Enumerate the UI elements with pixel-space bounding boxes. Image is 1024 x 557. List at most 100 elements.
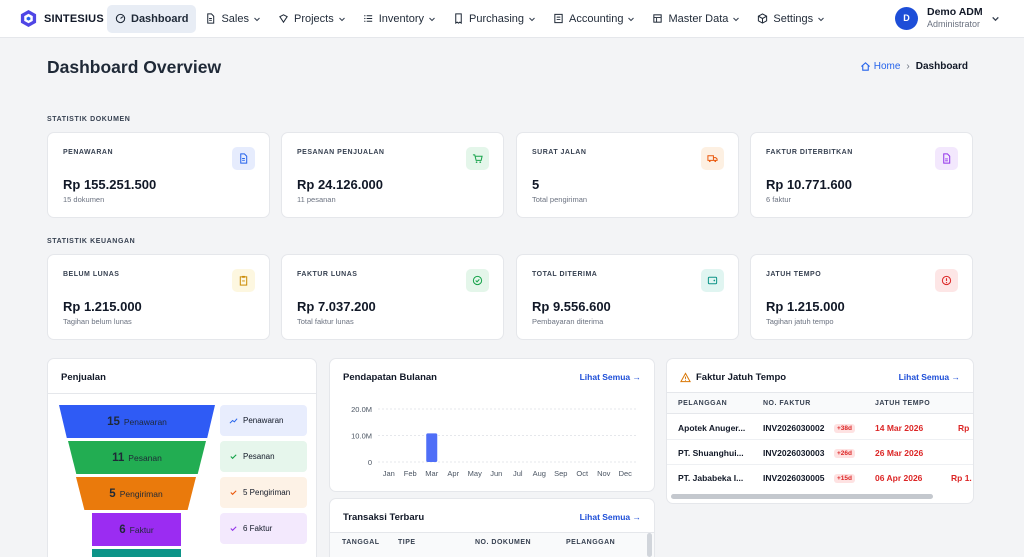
column-header[interactable]: PELANGGAN [566, 539, 615, 546]
x-tick-label: Sep [554, 469, 567, 478]
legend-pesanan: Pesanan [220, 441, 307, 472]
chevron-down-icon [628, 17, 635, 21]
x-tick-label: Aug [533, 469, 546, 478]
funnel-count: 6 [119, 523, 126, 536]
warning-icon [680, 372, 691, 383]
stat-sub: 11 pesanan [297, 195, 336, 204]
nav-item-dashboard[interactable]: Dashboard [107, 4, 197, 33]
overdue-badge: +26d [834, 449, 855, 458]
nav-item-purchasing[interactable]: Purchasing [445, 5, 544, 33]
see-all-link[interactable]: Lihat Semua → [580, 372, 641, 382]
table-row[interactable]: PT. Jababeka I... INV2026030005 +15d 06 … [667, 465, 973, 490]
funnel-stage-pengiriman[interactable]: 5 Pengiriman [76, 477, 196, 510]
breadcrumb-home[interactable]: Home [860, 61, 901, 72]
breadcrumb-current: Dashboard [915, 61, 968, 72]
nav-item-label: Purchasing [469, 12, 525, 25]
legend-label: 5 Pengiriman [243, 488, 291, 497]
stat-sub: 6 faktur [766, 195, 792, 204]
funnel-stage-penawaran[interactable]: 15 Penawaran [59, 405, 215, 438]
chevron-down-icon [429, 17, 435, 21]
amount-cell: Rp 1. [951, 473, 972, 483]
document-icon [232, 147, 255, 170]
stat-card-faktur-lunas[interactable]: FAKTUR LUNAS Rp 7.037.200 Total faktur l… [281, 254, 504, 340]
stat-card-belum-lunas[interactable]: BELUM LUNAS Rp 1.215.000 Tagihan belum l… [47, 254, 270, 340]
nav-item-label: Sales [221, 12, 249, 25]
nav-item-accounting[interactable]: Accounting [545, 5, 643, 33]
stat-label: PENAWARAN [63, 149, 114, 156]
x-tick-label: Dec [619, 469, 633, 478]
stat-sub: Total pengiriman [532, 195, 588, 204]
stat-value: Rp 7.037.200 [297, 299, 376, 314]
legend-label: Penawaran [243, 416, 284, 425]
clipboard-icon [232, 269, 255, 292]
table-row[interactable]: Apotek Anuger... INV2026030002 +38d 14 M… [667, 415, 973, 440]
page-title: Dashboard Overview [47, 57, 222, 77]
stat-card-pesanan-penjualan[interactable]: PESANAN PENJUALAN Rp 24.126.000 11 pesan… [281, 132, 504, 218]
wallet-icon [701, 269, 724, 292]
x-tick-label: Jan [383, 469, 395, 478]
bar-mar[interactable] [426, 433, 438, 462]
column-header[interactable]: TIPE [398, 539, 416, 546]
stat-label: FAKTUR DITERBITKAN [766, 149, 853, 156]
stat-card-surat-jalan[interactable]: SURAT JALAN 5 Total pengiriman [516, 132, 739, 218]
column-header[interactable]: NO. DOKUMEN [475, 539, 531, 546]
stat-label: JATUH TEMPO [766, 271, 822, 278]
app-name: SINTESIUS [44, 12, 104, 25]
stat-label: FAKTUR LUNAS [297, 271, 358, 278]
funnel-stage-pesanan[interactable]: 11 Pesanan [68, 441, 206, 474]
tag-icon [278, 13, 289, 24]
x-tick-label: Feb [404, 469, 417, 478]
stat-card-faktur-diterbitkan[interactable]: FAKTUR DITERBITKAN Rp 10.771.600 6 faktu… [750, 132, 973, 218]
nav-item-projects[interactable]: Projects [270, 5, 354, 33]
panel-title: Penjualan [61, 372, 106, 383]
see-all-link[interactable]: Lihat Semua → [580, 512, 641, 522]
column-header[interactable]: NO. FAKTUR [763, 400, 811, 407]
column-header[interactable]: PELANGGAN [678, 400, 727, 407]
stat-value: 5 [532, 177, 540, 192]
stat-card-total-diterima[interactable]: TOTAL DITERIMA Rp 9.556.600 Pembayaran d… [516, 254, 739, 340]
nav-item-master-data[interactable]: Master Data [644, 5, 748, 33]
stat-value: Rp 1.215.000 [63, 299, 142, 314]
panel-title: Transaksi Terbaru [343, 512, 425, 523]
customer-cell: PT. Jababeka I... [678, 473, 744, 483]
chevron-down-icon [529, 17, 535, 21]
stat-card-jatuh-tempo[interactable]: JATUH TEMPO Rp 1.215.000 Tagihan jatuh t… [750, 254, 973, 340]
nav-item-settings[interactable]: Settings [749, 5, 833, 33]
stat-card-penawaran[interactable]: PENAWARAN Rp 155.251.500 15 dokumen [47, 132, 270, 218]
nav-item-label: Master Data [668, 12, 729, 25]
stat-value: Rp 155.251.500 [63, 177, 157, 192]
stat-sub: Tagihan jatuh tempo [766, 317, 834, 326]
nav-item-sales[interactable]: Sales [197, 5, 269, 33]
y-tick-label: 20.0M [351, 405, 372, 414]
avatar: D [895, 6, 918, 30]
vertical-scrollbar[interactable] [647, 533, 652, 557]
x-tick-label: Mar [425, 469, 438, 478]
see-all-link[interactable]: Lihat Semua → [899, 372, 960, 382]
table-row[interactable]: PT. Shuanghui... INV2026030003 +26d 26 M… [667, 440, 973, 465]
invoice-cell: INV2026030002 [763, 423, 825, 433]
due-date-cell: 26 Mar 2026 [875, 448, 924, 458]
stat-value: Rp 9.556.600 [532, 299, 611, 314]
stat-sub: Tagihan belum lunas [63, 317, 132, 326]
breadcrumb-home-label: Home [873, 61, 901, 72]
panel-title: Pendapatan Bulanan [343, 372, 437, 383]
breadcrumb: Home › Dashboard [860, 61, 968, 72]
chevron-down-icon [818, 17, 825, 21]
funnel-label: Pesanan [128, 452, 162, 463]
x-tick-label: Nov [597, 469, 611, 478]
app-logo[interactable]: SINTESIUS [19, 9, 107, 28]
column-header[interactable]: TANGGAL [342, 539, 380, 546]
chevron-down-icon [991, 16, 999, 21]
chevron-right-icon: › [906, 61, 910, 72]
top-navbar: SINTESIUS Dashboard Sales Projects Inven… [0, 0, 1024, 38]
horizontal-scrollbar[interactable] [671, 494, 933, 499]
nav-item-inventory[interactable]: Inventory [355, 5, 444, 33]
column-header[interactable]: JATUH TEMPO [875, 400, 930, 407]
due-date-cell: 14 Mar 2026 [875, 423, 924, 433]
amount-cell: Rp [958, 423, 970, 433]
x-tick-label: Apr [447, 469, 459, 478]
funnel-stage-faktur[interactable]: 6 Faktur [92, 513, 181, 546]
stat-label: PESANAN PENJUALAN [297, 149, 385, 156]
invoice-icon [935, 147, 958, 170]
user-menu[interactable]: D Demo ADM Administrator [895, 6, 1000, 30]
